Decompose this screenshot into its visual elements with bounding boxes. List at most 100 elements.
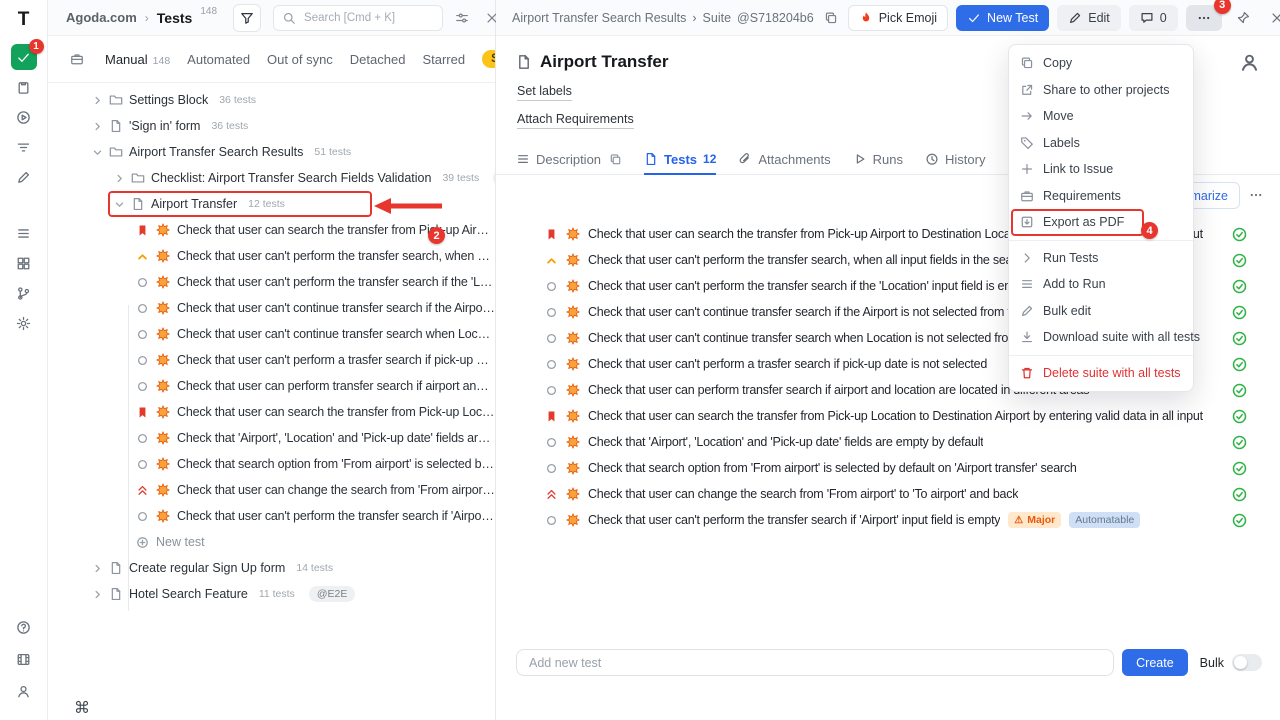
test-title[interactable]: Check that user can't continue transfer … bbox=[588, 331, 1056, 345]
copy-suite-id-icon[interactable] bbox=[820, 7, 842, 29]
close-suite-icon[interactable] bbox=[1264, 5, 1280, 31]
tree-test-check-that-user-can-t-perform-th[interactable]: Check that user can't perform the transf… bbox=[48, 243, 495, 269]
filter-tab-automated[interactable]: Automated bbox=[187, 52, 250, 67]
edit-button[interactable]: Edit bbox=[1057, 5, 1121, 31]
filter-tab-out-of-sync[interactable]: Out of sync bbox=[267, 52, 333, 67]
tree-test-check-that-user-can-search-the-t[interactable]: Check that user can search the transfer … bbox=[48, 399, 495, 425]
add-new-test-input[interactable] bbox=[516, 649, 1114, 676]
attach-requirements-link[interactable]: Attach Requirements bbox=[517, 112, 634, 129]
tree-test-check-that-user-can-t-perform-a-[interactable]: Check that user can't perform a trasfer … bbox=[48, 347, 495, 373]
filter-tab-manual[interactable]: Manual148 bbox=[105, 52, 170, 67]
menu-item-copy[interactable]: Copy bbox=[1009, 50, 1193, 77]
tab-tests[interactable]: Tests12 bbox=[644, 145, 716, 175]
menu-item-add-to-run[interactable]: Add to Run bbox=[1009, 271, 1193, 298]
more-actions-button[interactable]: 3 bbox=[1186, 5, 1222, 31]
test-title[interactable]: Check that 'Airport', 'Location' and 'Pi… bbox=[588, 435, 983, 449]
tree-test-check-that-airport-location-and-[interactable]: Check that 'Airport', 'Location' and 'Pi… bbox=[48, 425, 495, 451]
filter-button[interactable] bbox=[233, 4, 261, 32]
tree-test-check-that-user-can-change-the-s[interactable]: Check that user can change the search fr… bbox=[48, 477, 495, 503]
breadcrumb-section[interactable]: Tests bbox=[157, 10, 193, 26]
filter-tab-sev[interactable]: Sev bbox=[482, 50, 495, 68]
suite-id[interactable]: @S718204b6 bbox=[737, 11, 814, 25]
tree-test-check-that-user-can-t-perform-th[interactable]: Check that user can't perform the transf… bbox=[48, 503, 495, 529]
menu-item-run-tests[interactable]: Run Tests bbox=[1009, 245, 1193, 272]
test-title[interactable]: Check that user can't perform the transf… bbox=[588, 279, 1030, 293]
comments-button[interactable]: 0 bbox=[1129, 5, 1178, 31]
test-row-check-that-user-can-t-perform-th[interactable]: Check that user can't perform the transf… bbox=[496, 507, 1280, 533]
test-row-check-that-airport-location-and-[interactable]: Check that 'Airport', 'Location' and 'Pi… bbox=[496, 429, 1280, 455]
bulk-toggle[interactable] bbox=[1232, 654, 1262, 671]
test-row-check-that-user-can-search-the-t[interactable]: Check that user can search the transfer … bbox=[496, 403, 1280, 429]
tree-new-test-button[interactable]: New test bbox=[48, 529, 495, 555]
filter-nav-icon[interactable] bbox=[11, 134, 37, 160]
tree-folder-settings-block[interactable]: Settings Block36 tests bbox=[48, 87, 495, 113]
tree-test-check-that-user-can-t-continue-t[interactable]: Check that user can't continue transfer … bbox=[48, 295, 495, 321]
plans-nav-icon[interactable] bbox=[11, 74, 37, 100]
menu-item-link-to-issue[interactable]: Link to Issue bbox=[1009, 156, 1193, 183]
test-title[interactable]: Check that user can search the transfer … bbox=[588, 409, 1203, 423]
settings-nav-icon[interactable] bbox=[11, 310, 37, 336]
runs-nav-icon[interactable] bbox=[11, 104, 37, 130]
tab-history[interactable]: History bbox=[925, 145, 985, 175]
passed-check-icon bbox=[1232, 461, 1247, 476]
account-avatar-icon[interactable] bbox=[11, 678, 37, 704]
tree-panel-header: Agoda.com › Tests 148 bbox=[48, 0, 495, 36]
test-title[interactable]: Check that search option from 'From airp… bbox=[588, 461, 1077, 475]
new-test-label: New test bbox=[156, 535, 205, 549]
app-logo[interactable]: T bbox=[18, 8, 30, 32]
suite-breadcrumb-parent[interactable]: Airport Transfer Search Results bbox=[512, 11, 686, 25]
test-title[interactable]: Check that user can't continue transfer … bbox=[588, 305, 1041, 319]
tab-description[interactable]: Description bbox=[516, 145, 622, 175]
video-tour-icon[interactable] bbox=[11, 646, 37, 672]
tree-test-check-that-search-option-from-fr[interactable]: Check that search option from 'From airp… bbox=[48, 451, 495, 477]
menu-item-requirements[interactable]: Requirements bbox=[1009, 183, 1193, 210]
organization-icon[interactable] bbox=[66, 48, 88, 70]
test-row-check-that-search-option-from-fr[interactable]: Check that search option from 'From airp… bbox=[496, 455, 1280, 481]
widgets-nav-icon[interactable] bbox=[11, 250, 37, 276]
collision-emoji-icon bbox=[156, 405, 170, 419]
menu-item-share-to-other-projects[interactable]: Share to other projects bbox=[1009, 77, 1193, 104]
tree-test-check-that-user-can-perform-tran[interactable]: Check that user can perform transfer sea… bbox=[48, 373, 495, 399]
user-icon bbox=[1239, 52, 1260, 73]
menu-item-download-suite-with-all-tests[interactable]: Download suite with all tests bbox=[1009, 324, 1193, 351]
filter-tab-detached[interactable]: Detached bbox=[350, 52, 406, 67]
pick-emoji-button[interactable]: Pick Emoji bbox=[848, 5, 948, 31]
branch-nav-icon[interactable] bbox=[11, 280, 37, 306]
tree-suite-sign-in-form[interactable]: 'Sign in' form36 tests bbox=[48, 113, 495, 139]
tests-more-options-button[interactable] bbox=[1246, 182, 1266, 207]
set-labels-link[interactable]: Set labels bbox=[517, 84, 572, 101]
tab-attachments[interactable]: Attachments bbox=[738, 145, 830, 175]
test-title[interactable]: Check that user can't perform a trasfer … bbox=[588, 357, 987, 371]
test-row-check-that-user-can-change-the-s[interactable]: Check that user can change the search fr… bbox=[496, 481, 1280, 507]
menu-item-delete-suite-with-all-tests[interactable]: Delete suite with all tests bbox=[1009, 360, 1193, 387]
tree-test-check-that-user-can-t-perform-th[interactable]: Check that user can't perform the transf… bbox=[48, 269, 495, 295]
search-box[interactable] bbox=[273, 5, 443, 31]
create-test-button[interactable]: Create bbox=[1122, 649, 1188, 676]
user-avatar[interactable] bbox=[1239, 52, 1260, 73]
tests-nav-icon[interactable]: 1 bbox=[11, 44, 37, 70]
draft-nav-icon[interactable] bbox=[11, 164, 37, 190]
menu-item-bulk-edit[interactable]: Bulk edit bbox=[1009, 298, 1193, 325]
tree-folder-checklist-airport-transfer-searc[interactable]: Checklist: Airport Transfer Search Field… bbox=[48, 165, 495, 191]
help-icon[interactable] bbox=[11, 614, 37, 640]
keyboard-shortcuts-icon[interactable]: ⌘ bbox=[74, 698, 90, 718]
menu-item-move[interactable]: Move bbox=[1009, 103, 1193, 130]
view-options-icon[interactable] bbox=[451, 7, 473, 29]
pin-icon[interactable] bbox=[1230, 5, 1256, 31]
test-title[interactable]: Check that user can't perform the transf… bbox=[588, 513, 1000, 527]
search-input[interactable] bbox=[302, 11, 416, 25]
tree-suite-create-regular-sign-up-form[interactable]: Create regular Sign Up form14 tests bbox=[48, 555, 495, 581]
list-nav-icon[interactable] bbox=[11, 220, 37, 246]
menu-divider bbox=[1009, 355, 1193, 356]
breadcrumb-project[interactable]: Agoda.com bbox=[66, 10, 137, 25]
tab-runs[interactable]: Runs bbox=[853, 145, 903, 175]
menu-item-labels[interactable]: Labels bbox=[1009, 130, 1193, 157]
new-test-button[interactable]: New Test bbox=[956, 5, 1049, 31]
tree-folder-airport-transfer-search-results[interactable]: Airport Transfer Search Results51 tests bbox=[48, 139, 495, 165]
tree-test-check-that-user-can-t-continue-t[interactable]: Check that user can't continue transfer … bbox=[48, 321, 495, 347]
menu-item-export-as-pdf[interactable]: Export as PDF4 bbox=[1009, 209, 1193, 236]
test-title[interactable]: Check that user can change the search fr… bbox=[588, 487, 1018, 501]
tab-label: Tests bbox=[664, 152, 697, 167]
filter-tab-starred[interactable]: Starred bbox=[422, 52, 465, 67]
tree-suite-hotel-search-feature[interactable]: Hotel Search Feature11 tests@E2E bbox=[48, 581, 495, 607]
